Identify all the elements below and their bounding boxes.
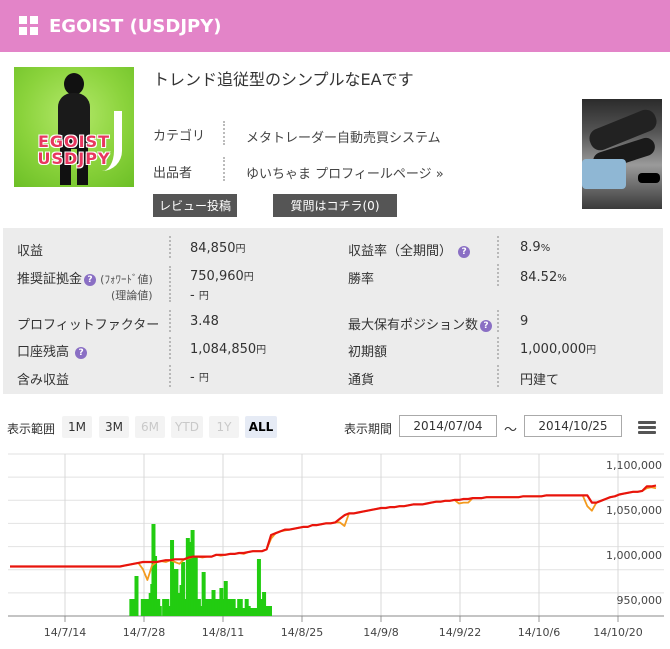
- seller-label: 出品者: [153, 166, 193, 181]
- profit-value: 84,850円: [190, 241, 246, 256]
- margin-label: 推奨証拠金? (ﾌｫﾜｰﾄﾞ値): [17, 272, 153, 287]
- margin-theory-label: (理論値): [111, 289, 153, 302]
- x-tick-label: 14/9/8: [363, 626, 398, 639]
- margin-forward-value: 750,960円: [190, 269, 254, 284]
- unrealized-label: 含み収益: [17, 373, 70, 388]
- y-axis-labels: 1,100,000 1,050,000 1,000,000 950,000: [606, 459, 662, 607]
- profit-label: 収益: [17, 244, 44, 259]
- date-to-input[interactable]: [524, 415, 622, 437]
- help-icon[interactable]: ?: [458, 246, 471, 258]
- range-selector: 表示範囲 1M 3M 6M YTD 1Y ALL 表示期間 ～: [0, 412, 670, 442]
- chart-grid: [8, 453, 664, 622]
- review-button[interactable]: レビュー投稿: [153, 194, 237, 217]
- x-axis-labels: 14/7/14 14/7/28 14/8/11 14/8/25 14/9/8 14/9/2…: [44, 626, 643, 639]
- seller-avatar[interactable]: [582, 99, 662, 209]
- category-value: メタトレーダー自動売買システム: [246, 131, 441, 146]
- help-icon[interactable]: ?: [84, 274, 97, 286]
- product-logo: EGOIST USDJPY: [37, 132, 111, 168]
- grid-icon: [19, 16, 39, 36]
- range-1m-button[interactable]: 1M: [62, 416, 92, 438]
- maxpos-label: 最大保有ポジション数?: [348, 314, 493, 333]
- product-thumbnail: EGOIST USDJPY: [14, 67, 134, 187]
- y-tick-label: 950,000: [617, 594, 663, 607]
- help-icon[interactable]: ?: [75, 347, 88, 359]
- x-tick-label: 14/7/28: [123, 626, 165, 639]
- x-tick-label: 14/8/25: [281, 626, 323, 639]
- range-6m-button[interactable]: 6M: [135, 416, 165, 438]
- range-3m-button[interactable]: 3M: [99, 416, 129, 438]
- stats-row: 収益 84,850円 収益率（全期間） ? 8.9%: [3, 234, 663, 262]
- divider: [223, 121, 225, 145]
- volume-bar: [268, 606, 272, 616]
- tilde: ～: [504, 423, 518, 438]
- x-tick-label: 14/10/20: [593, 626, 642, 639]
- pf-label: プロフィットファクター: [17, 318, 160, 333]
- seller-profile-link[interactable]: ゆいちゃま プロフィールページ »: [246, 167, 444, 182]
- range-1y-button[interactable]: 1Y: [209, 416, 239, 438]
- balance-line: [10, 484, 657, 568]
- stats-row: 推奨証拠金? (ﾌｫﾜｰﾄﾞ値) (理論値) 750,960円 - 円 勝率 8…: [3, 262, 663, 306]
- volume-bar: [241, 608, 246, 616]
- help-icon[interactable]: ?: [480, 320, 493, 332]
- margin-theory-value: - 円: [190, 288, 209, 303]
- currency-label: 通貨: [348, 373, 375, 388]
- menu-icon[interactable]: [638, 421, 656, 435]
- stats-row: プロフィットファクター 3.48 最大保有ポジション数? 9: [3, 308, 663, 336]
- header-bar: EGOIST (USDJPY): [0, 0, 670, 52]
- profit-rate-label: 収益率（全期間） ?: [348, 240, 471, 259]
- range-all-button[interactable]: ALL: [245, 416, 277, 438]
- range-ytd-button[interactable]: YTD: [171, 416, 203, 438]
- performance-chart: 1,100,000 1,050,000 1,000,000 950,000 14/7/…: [8, 453, 664, 639]
- balance-label: 口座残高 ?: [17, 341, 88, 360]
- winrate-value: 84.52%: [520, 270, 567, 285]
- line-series: [10, 484, 657, 581]
- unrealized-value: - 円: [190, 370, 209, 385]
- stats-panel: 収益 84,850円 収益率（全期間） ? 8.9% 推奨証拠金? (ﾌｫﾜｰﾄ…: [3, 228, 663, 394]
- stats-row: 含み収益 - 円 通貨 円建て: [3, 363, 663, 391]
- x-tick-label: 14/7/14: [44, 626, 86, 639]
- volume-bar: [157, 606, 162, 616]
- divider: [223, 157, 225, 181]
- category-label: カテゴリ: [153, 129, 206, 144]
- winrate-label: 勝率: [348, 272, 375, 287]
- currency-value: 円建て: [520, 373, 560, 388]
- range-label: 表示範囲: [7, 422, 56, 436]
- question-button[interactable]: 質問はコチラ(0): [273, 194, 397, 217]
- page-title: EGOIST (USDJPY): [49, 15, 222, 37]
- pf-value: 3.48: [190, 314, 219, 329]
- initial-value: 1,000,000円: [520, 342, 597, 357]
- x-tick-label: 14/10/6: [518, 626, 560, 639]
- stats-row: 口座残高 ? 1,084,850円 初期額 1,000,000円: [3, 335, 663, 363]
- period-label: 表示期間: [344, 422, 393, 436]
- y-tick-label: 1,050,000: [606, 504, 662, 517]
- product-tagline: トレンド追従型のシンプルなEAです: [153, 70, 414, 89]
- maxpos-value: 9: [520, 314, 529, 329]
- y-tick-label: 1,100,000: [606, 459, 662, 472]
- date-from-input[interactable]: [399, 415, 497, 437]
- volume-bar: [134, 576, 139, 616]
- balance-value: 1,084,850円: [190, 342, 267, 357]
- x-tick-label: 14/9/22: [439, 626, 481, 639]
- initial-label: 初期額: [348, 345, 388, 360]
- y-tick-label: 1,000,000: [606, 549, 662, 562]
- x-tick-label: 14/8/11: [202, 626, 244, 639]
- profit-rate-value: 8.9%: [520, 240, 551, 255]
